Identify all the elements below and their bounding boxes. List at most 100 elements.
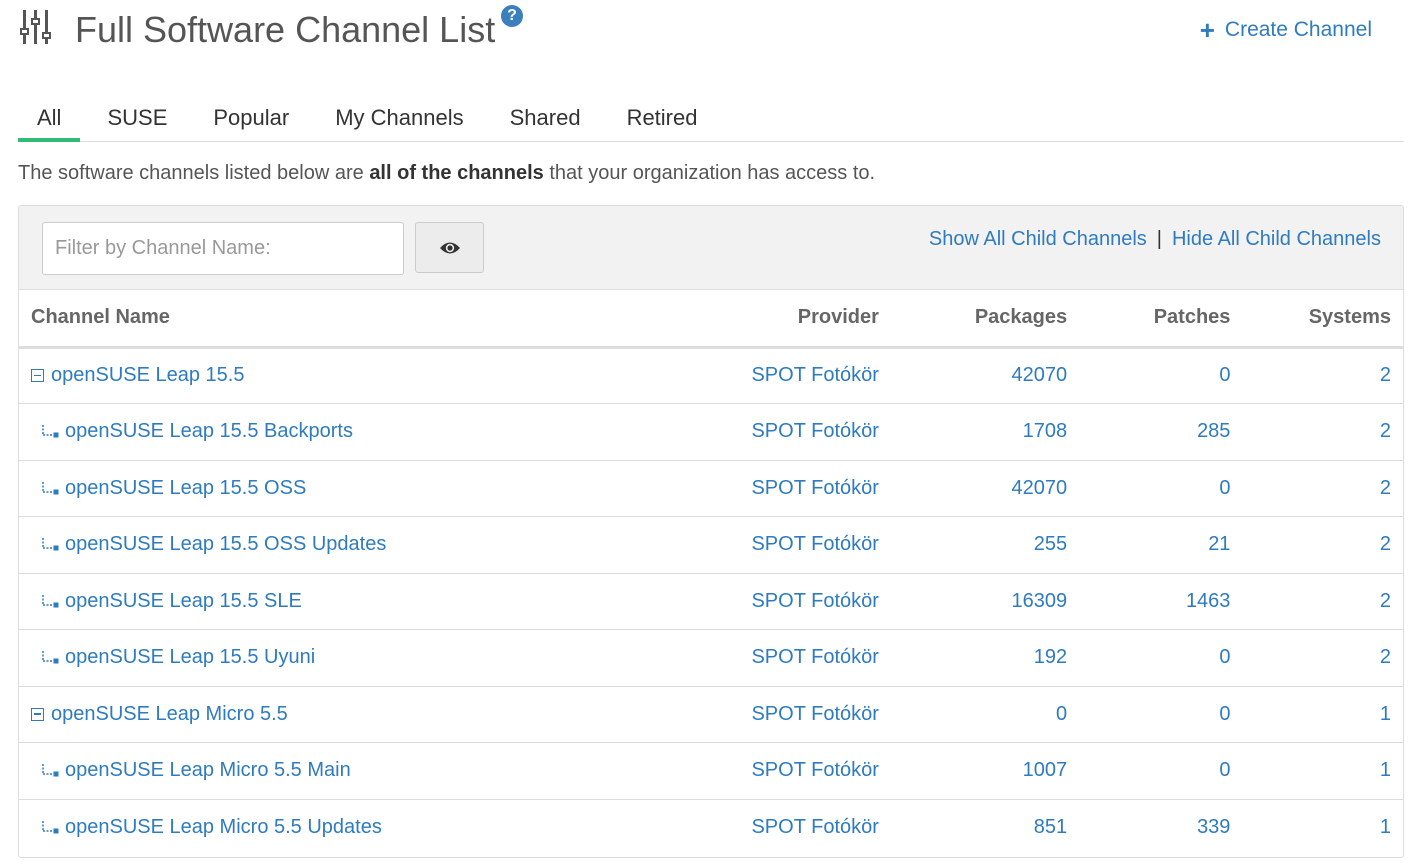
child-channel-toggles: Show All Child Channels | Hide All Child C… [929, 228, 1381, 251]
provider-link[interactable]: SPOT Fotókör [751, 590, 878, 612]
systems-link[interactable]: 1 [1380, 816, 1391, 838]
column-header-provider[interactable]: Provider [711, 290, 891, 349]
child-channel-icon [42, 651, 59, 664]
patches-cell: 285 [1079, 403, 1243, 461]
filter-input[interactable] [42, 222, 404, 275]
patches-link[interactable]: 21 [1208, 533, 1230, 555]
table-row: openSUSE Leap Micro 5.5 SPOT Fotókör 0 0 1 [19, 686, 1403, 743]
column-header-packages[interactable]: Packages [890, 290, 1080, 349]
packages-cell: 192 [890, 629, 1080, 687]
tab-all[interactable]: All [18, 96, 81, 142]
tab-my-channels[interactable]: My Channels [316, 96, 482, 142]
provider-link[interactable]: SPOT Fotókör [751, 420, 878, 442]
packages-link[interactable]: 851 [1034, 816, 1067, 838]
patches-cell: 0 [1079, 629, 1243, 687]
packages-link[interactable]: 42070 [1012, 364, 1068, 386]
provider-link[interactable]: SPOT Fotókör [751, 759, 878, 781]
description-text-end: that your organization has access to. [543, 162, 876, 184]
packages-link[interactable]: 1708 [1023, 420, 1068, 442]
hide-all-child-channels-link[interactable]: Hide All Child Channels [1172, 228, 1381, 250]
tab-retired[interactable]: Retired [608, 96, 717, 142]
packages-cell: 0 [890, 686, 1080, 743]
systems-cell: 2 [1242, 460, 1403, 517]
patches-link[interactable]: 0 [1219, 703, 1230, 725]
show-all-child-channels-link[interactable]: Show All Child Channels [929, 228, 1147, 250]
packages-link[interactable]: 16309 [1012, 590, 1068, 612]
patches-link[interactable]: 0 [1219, 759, 1230, 781]
channel-name-cell: openSUSE Leap 15.5 [19, 347, 712, 404]
channel-name-link[interactable]: openSUSE Leap Micro 5.5 [51, 703, 288, 725]
packages-link[interactable]: 0 [1056, 703, 1067, 725]
packages-cell: 42070 [890, 460, 1080, 517]
packages-cell: 42070 [890, 347, 1080, 404]
plus-icon: + [1199, 15, 1215, 45]
patches-link[interactable]: 0 [1219, 477, 1230, 499]
systems-link[interactable]: 1 [1380, 703, 1391, 725]
systems-cell: 2 [1242, 516, 1403, 574]
channel-name-link[interactable]: openSUSE Leap Micro 5.5 Main [65, 759, 351, 781]
collapse-icon[interactable] [31, 707, 44, 721]
provider-link[interactable]: SPOT Fotókör [751, 703, 878, 725]
systems-cell: 2 [1242, 573, 1403, 630]
packages-link[interactable]: 42070 [1012, 477, 1068, 499]
page-title: Full Software Channel List [75, 9, 496, 50]
systems-cell: 1 [1242, 742, 1403, 800]
systems-link[interactable]: 2 [1380, 533, 1391, 555]
description-emphasis: all of the channels [369, 162, 544, 184]
provider-cell: SPOT Fotókör [711, 686, 891, 743]
systems-link[interactable]: 2 [1380, 646, 1391, 668]
tab-popular[interactable]: Popular [194, 96, 308, 142]
systems-link[interactable]: 2 [1380, 477, 1391, 499]
channel-name-link[interactable]: openSUSE Leap 15.5 Uyuni [65, 646, 315, 668]
provider-link[interactable]: SPOT Fotókör [751, 816, 878, 838]
table-row: openSUSE Leap 15.5 SLE SPOT Fotókör 16309 1… [19, 573, 1403, 630]
column-header-patches[interactable]: Patches [1079, 290, 1243, 349]
channel-name-cell: openSUSE Leap Micro 5.5 Main [19, 742, 712, 800]
systems-link[interactable]: 2 [1380, 364, 1391, 386]
patches-link[interactable]: 339 [1197, 816, 1230, 838]
patches-cell: 0 [1079, 460, 1243, 517]
provider-link[interactable]: SPOT Fotókör [751, 364, 878, 386]
channel-name-link[interactable]: openSUSE Leap 15.5 Backports [65, 420, 353, 442]
channel-table: Channel Name Provider Packages Patches S… [19, 290, 1403, 856]
collapse-icon[interactable] [31, 369, 44, 383]
systems-link[interactable]: 2 [1380, 590, 1391, 612]
page-header: Full Software Channel List ? + Create Ch… [18, 0, 1408, 70]
provider-link[interactable]: SPOT Fotókör [751, 533, 878, 555]
provider-link[interactable]: SPOT Fotókör [751, 477, 878, 499]
tab-shared[interactable]: Shared [491, 96, 600, 142]
channel-name-link[interactable]: openSUSE Leap 15.5 OSS Updates [65, 533, 386, 555]
column-header-systems[interactable]: Systems [1242, 290, 1403, 349]
systems-link[interactable]: 2 [1380, 420, 1391, 442]
patches-link[interactable]: 1463 [1186, 590, 1231, 612]
packages-cell: 255 [890, 516, 1080, 574]
packages-link[interactable]: 192 [1034, 646, 1067, 668]
provider-cell: SPOT Fotókör [711, 403, 891, 461]
channel-name-link[interactable]: openSUSE Leap 15.5 OSS [65, 477, 306, 499]
patches-link[interactable]: 285 [1197, 420, 1230, 442]
patches-cell: 0 [1079, 686, 1243, 743]
list-toolbar: Show All Child Channels | Hide All Child C… [19, 206, 1403, 290]
systems-link[interactable]: 1 [1380, 759, 1391, 781]
channel-name-link[interactable]: openSUSE Leap Micro 5.5 Updates [65, 816, 382, 838]
channel-name-cell: openSUSE Leap 15.5 Backports [19, 403, 712, 461]
column-visibility-button[interactable] [415, 222, 484, 273]
packages-cell: 1708 [890, 403, 1080, 461]
column-header-channel-name[interactable]: Channel Name [19, 290, 712, 349]
table-row: openSUSE Leap 15.5 Uyuni SPOT Fotókör 192 0… [19, 629, 1403, 687]
systems-cell: 2 [1242, 403, 1403, 461]
provider-link[interactable]: SPOT Fotókör [751, 646, 878, 668]
systems-cell: 1 [1242, 799, 1403, 856]
child-channel-icon [42, 594, 59, 608]
patches-link[interactable]: 0 [1219, 646, 1230, 668]
packages-link[interactable]: 255 [1034, 533, 1067, 555]
help-icon[interactable]: ? [501, 5, 523, 27]
channel-name-link[interactable]: openSUSE Leap 15.5 [51, 364, 245, 386]
tab-suse[interactable]: SUSE [88, 96, 186, 142]
channel-name-link[interactable]: openSUSE Leap 15.5 SLE [65, 590, 302, 612]
create-channel-button[interactable]: + Create Channel [1199, 15, 1372, 45]
table-row: openSUSE Leap 15.5 OSS Updates SPOT Fotók… [19, 516, 1403, 574]
patches-link[interactable]: 0 [1219, 364, 1230, 386]
packages-link[interactable]: 1007 [1023, 759, 1068, 781]
page-description: The software channels listed below are a… [18, 162, 875, 185]
